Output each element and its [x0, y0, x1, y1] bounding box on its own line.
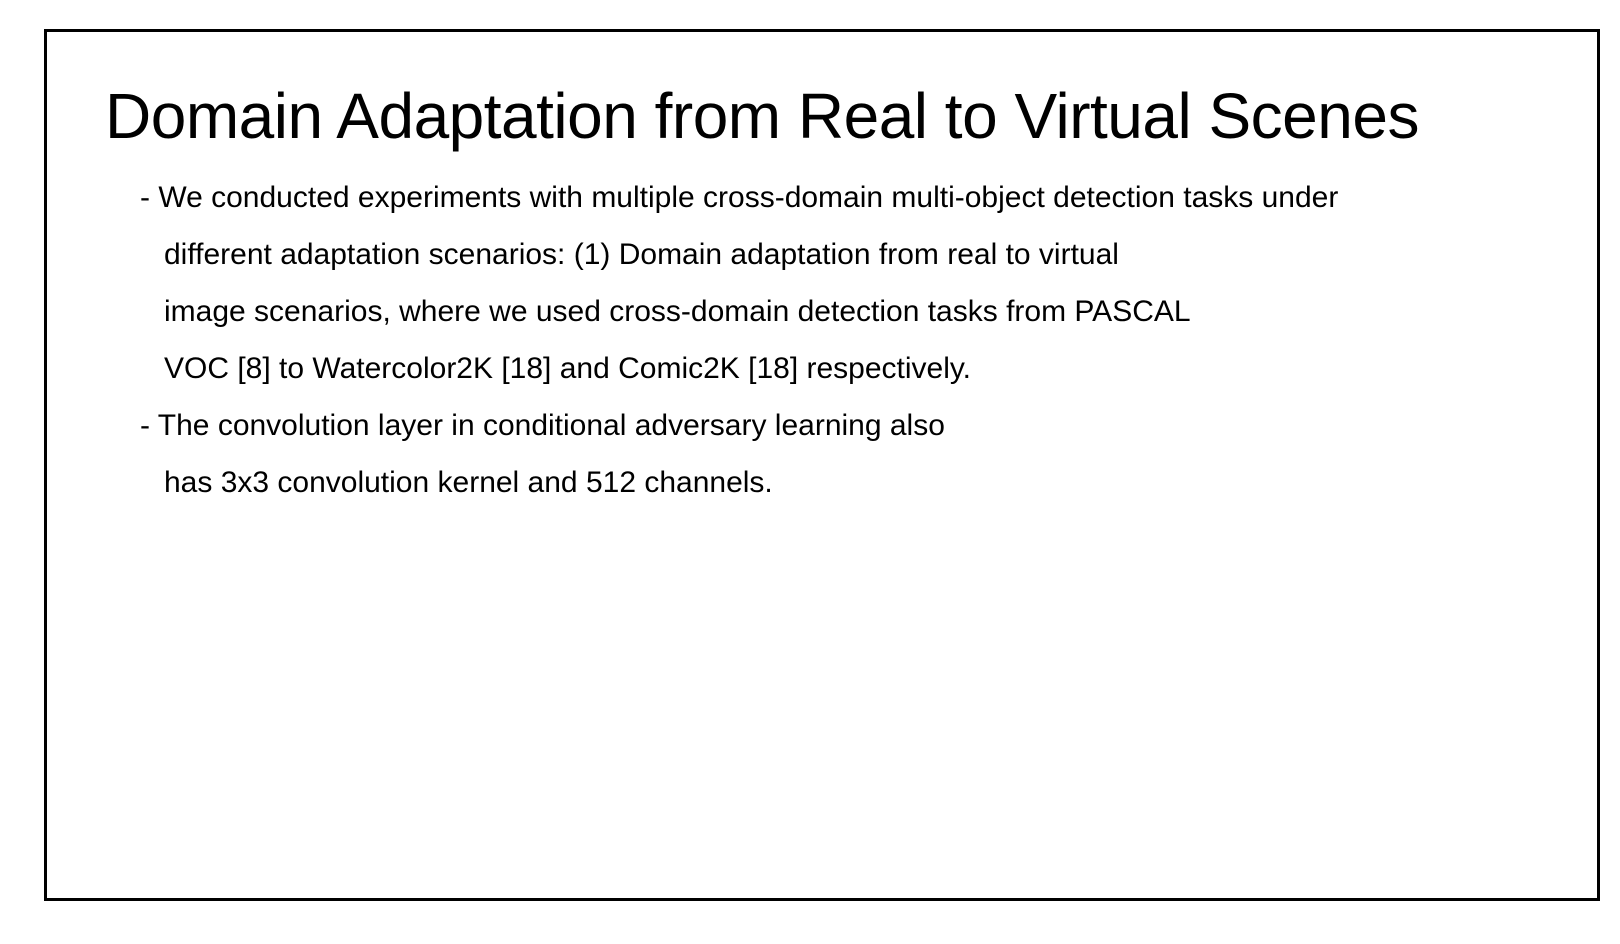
bullet-list: - We conducted experiments with multiple…: [140, 169, 1338, 511]
bullet-line: - The convolution layer in conditional a…: [140, 409, 945, 442]
bullet-line: image scenarios, where we used cross-dom…: [164, 295, 1191, 328]
bullet-line: VOC [8] to Watercolor2K [18] and Comic2K…: [164, 352, 972, 385]
bullet-item-convolution: - The convolution layer in conditional a…: [140, 397, 1338, 511]
bullet-item-experiments: - We conducted experiments with multiple…: [140, 169, 1338, 397]
slide-title: Domain Adaptation from Real to Virtual S…: [105, 80, 1419, 152]
bullet-line: different adaptation scenarios: (1) Doma…: [164, 238, 1119, 271]
bullet-line: - We conducted experiments with multiple…: [140, 181, 1339, 214]
bullet-line: has 3x3 convolution kernel and 512 chann…: [164, 466, 773, 499]
slide-frame: Domain Adaptation from Real to Virtual S…: [44, 29, 1600, 901]
